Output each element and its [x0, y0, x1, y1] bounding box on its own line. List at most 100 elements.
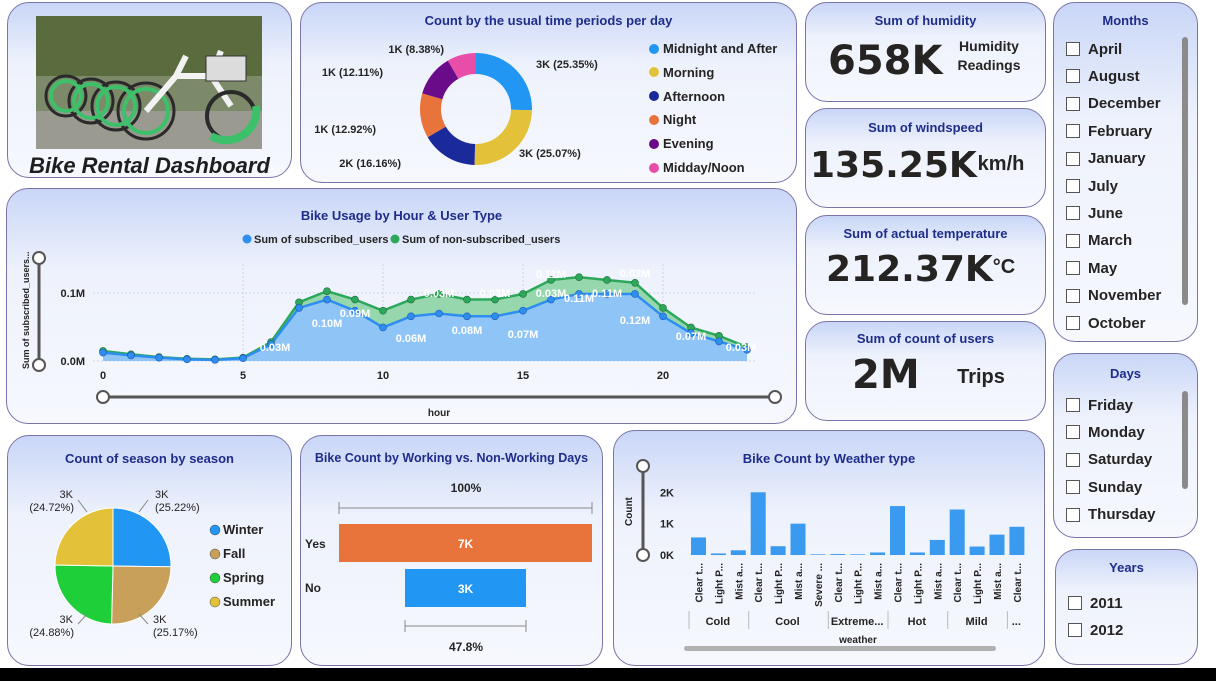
subscribed-point	[659, 312, 667, 321]
years-item[interactable]: 2011	[1068, 593, 1123, 613]
dashboard-canvas: Bike Rental Dashboard Count by the usual…	[0, 0, 1216, 668]
checkbox[interactable]	[1066, 288, 1080, 303]
weather-bar-label: Mist a...	[794, 563, 805, 600]
days-item[interactable]: Monday	[1066, 422, 1145, 442]
slicer-item-label: Saturday	[1088, 451, 1153, 469]
subscribed-point	[239, 354, 247, 363]
checkbox[interactable]	[1066, 316, 1080, 330]
bike-photo	[36, 16, 262, 149]
time-periods-legend-item[interactable]: Midday/Noon	[649, 160, 745, 175]
time-periods-legend-item[interactable]: Morning	[649, 65, 714, 80]
weather-bar-label: Mist a...	[874, 563, 885, 600]
hourly-xtick: 10	[377, 370, 389, 382]
subscribed-point	[463, 312, 471, 321]
weather-group-label: Cold	[706, 616, 730, 628]
checkbox[interactable]	[1066, 179, 1080, 193]
checkbox[interactable]	[1068, 596, 1082, 610]
hourly-point-label: 0.03M	[536, 288, 567, 300]
weather-bar-label: Clear t...	[754, 563, 765, 603]
subscribed-point	[407, 312, 415, 321]
temperature-unit: °C	[992, 256, 1016, 278]
days-item[interactable]: Saturday	[1066, 450, 1152, 470]
checkbox[interactable]	[1066, 96, 1080, 111]
slicer-item-label: January	[1088, 150, 1146, 168]
working-bar-label: Yes	[305, 537, 326, 551]
subscribed-point	[155, 353, 163, 362]
months-item[interactable]: March	[1066, 231, 1132, 251]
months-item[interactable]: July	[1066, 176, 1118, 196]
months-item[interactable]: December	[1066, 94, 1161, 114]
donut-slice-label: 3K (25.35%)	[536, 59, 598, 71]
checkbox[interactable]	[1066, 69, 1080, 84]
weather-bar	[730, 550, 746, 555]
non-subscribed-point	[323, 287, 331, 295]
months-item[interactable]: January	[1066, 149, 1146, 169]
slicer-item-label: March	[1088, 232, 1133, 250]
months-item[interactable]: May	[1066, 258, 1117, 278]
season-slice-value: 3K	[60, 614, 74, 626]
weather-bar	[949, 509, 965, 555]
checkbox[interactable]	[1066, 480, 1080, 495]
legend-dot-icon	[649, 67, 659, 78]
donut-slice	[476, 53, 532, 111]
hourly-xtick: 15	[517, 370, 529, 382]
checkbox[interactable]	[1068, 623, 1082, 638]
time-periods-legend-item[interactable]: Midnight and After	[649, 41, 777, 56]
checkbox[interactable]	[1066, 206, 1080, 221]
slicer-item-label: Monday	[1088, 423, 1145, 441]
checkbox[interactable]	[1066, 124, 1080, 139]
subscribed-point	[631, 290, 639, 298]
slicer-item-label: August	[1088, 67, 1140, 85]
legend-dot-icon	[209, 524, 221, 536]
time-periods-legend-item[interactable]: Afternoon	[649, 89, 725, 104]
time-periods-legend-item[interactable]: Night	[649, 112, 696, 127]
season-slice-percent: (24.88%)	[29, 627, 74, 639]
weather-group-label: Hot	[908, 616, 927, 628]
checkbox[interactable]	[1066, 261, 1080, 276]
non-subscribed-point	[519, 290, 527, 298]
y-range-handle-bottom	[636, 548, 650, 562]
months-item[interactable]: November	[1066, 286, 1161, 306]
months-item[interactable]: April	[1066, 39, 1122, 59]
hourly-point-label: 0.11M	[564, 293, 594, 305]
subscribed-point	[99, 348, 107, 357]
checkbox[interactable]	[1066, 452, 1080, 467]
subscribed-point	[379, 323, 387, 332]
checkbox[interactable]	[1066, 42, 1080, 56]
slicer-item-label: December	[1088, 95, 1161, 113]
months-item[interactable]: October	[1066, 313, 1146, 333]
checkbox[interactable]	[1066, 233, 1080, 248]
working-card: Bike Count by Working vs. Non-Working Da…	[300, 435, 603, 666]
non-subscribed-point	[631, 278, 639, 287]
time-periods-legend-item[interactable]: Evening	[649, 136, 714, 151]
weather-bar-label: Clear t...	[1013, 563, 1024, 603]
months-scrollbar[interactable]	[1182, 37, 1188, 305]
days-item[interactable]: Thursday	[1066, 505, 1156, 525]
slicer-item-label: Thursday	[1088, 506, 1156, 524]
slicer-item-label: October	[1088, 314, 1146, 332]
days-item[interactable]: Sunday	[1066, 477, 1142, 497]
season-legend-label: Winter	[223, 522, 263, 537]
months-item[interactable]: February	[1066, 121, 1152, 141]
non-subscribed-point	[575, 273, 583, 281]
days-item[interactable]: Friday	[1066, 395, 1133, 415]
subscribed-point	[435, 309, 443, 318]
checkbox[interactable]	[1066, 151, 1080, 166]
hourly-point-label: 0.02M	[620, 268, 651, 280]
months-item[interactable]: August	[1066, 66, 1140, 86]
legend-dot-icon	[649, 114, 659, 125]
checkbox[interactable]	[1066, 507, 1080, 522]
time-periods-card: Count by the usual time periods per day …	[300, 2, 797, 183]
months-item[interactable]: June	[1066, 203, 1123, 223]
weather-bar-label: Mist a...	[734, 563, 745, 600]
hourly-point-label: 0.08M	[452, 325, 483, 337]
checkbox[interactable]	[1066, 425, 1080, 440]
working-bar-chart: 100% 7K Yes 3K No 47.8%	[305, 481, 593, 654]
years-item[interactable]: 2012	[1068, 620, 1123, 640]
season-slice-value: 3K	[60, 489, 74, 501]
weather-bar-label: Clear t...	[894, 563, 905, 603]
subscribed-point	[715, 337, 723, 346]
days-scrollbar[interactable]	[1182, 391, 1188, 489]
checkbox[interactable]	[1066, 398, 1080, 412]
weather-bar	[929, 539, 945, 555]
